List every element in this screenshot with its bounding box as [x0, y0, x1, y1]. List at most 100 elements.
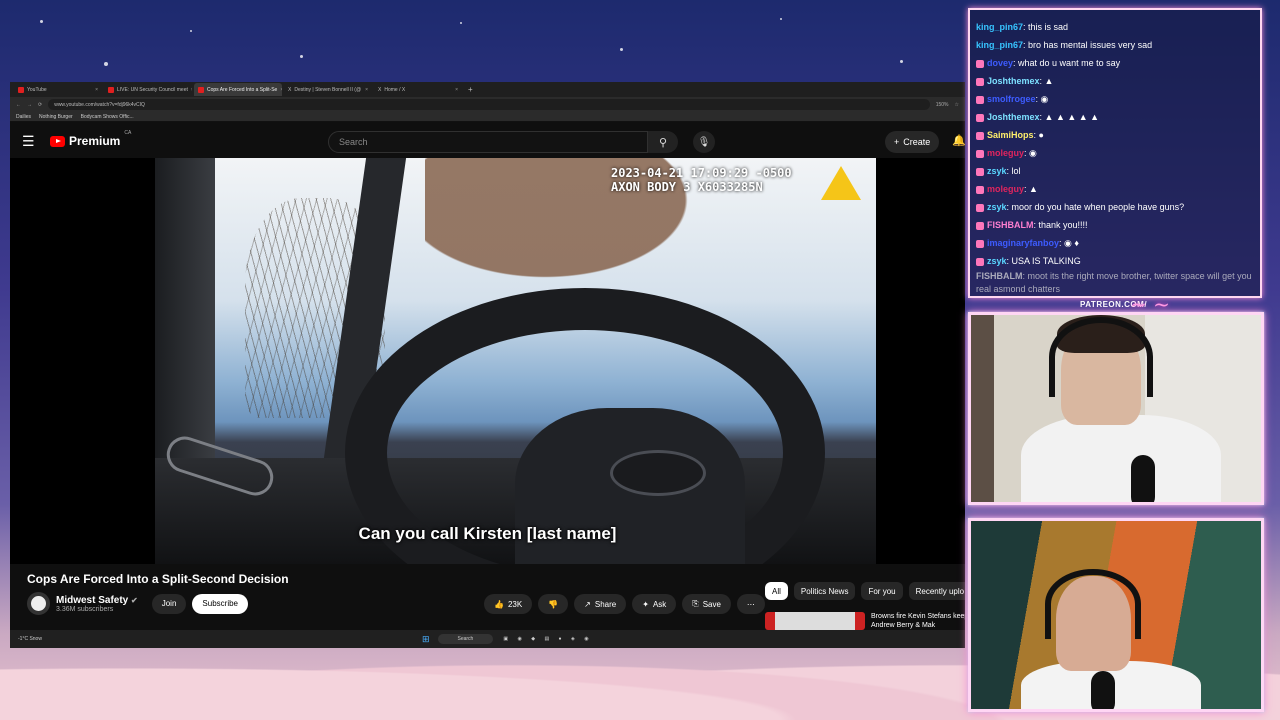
- browser-tab[interactable]: X Home / X ×: [374, 83, 462, 96]
- stream-chat: king_pin67: this is sad king_pin67: bro h…: [968, 8, 1262, 298]
- chat-username[interactable]: zsyk: [987, 202, 1007, 212]
- youtube-header: ☰ Premium CA Search ⚲ 🎙 + Create 🔔: [10, 122, 965, 160]
- chat-badge-icon: [976, 77, 984, 86]
- chip-for-you[interactable]: For you: [861, 582, 903, 600]
- person-body: [1021, 415, 1221, 502]
- sparkle-icon: ✦: [642, 599, 649, 609]
- chat-badge-icon: [976, 239, 984, 248]
- chat-text: USA IS TALKING: [1011, 256, 1081, 266]
- more-options-icon[interactable]: ⋯: [736, 594, 765, 614]
- join-button[interactable]: Join: [151, 593, 187, 614]
- youtube-play-icon: [50, 135, 65, 147]
- chip-recently-uploaded[interactable]: Recently uplo: [908, 582, 965, 600]
- taskbar-search[interactable]: Search: [437, 634, 494, 644]
- like-button[interactable]: 👍 23K: [484, 594, 533, 614]
- webcam-top: [968, 312, 1264, 505]
- search-icon[interactable]: ⚲: [648, 131, 678, 153]
- taskbar-app-icons[interactable]: ▣ ◉ ◆ ▤ ● ◈ ◉: [503, 636, 592, 642]
- dislike-button[interactable]: 👎: [538, 594, 569, 614]
- video-title: Cops Are Forced Into a Split-Second Deci…: [27, 572, 289, 586]
- chat-username[interactable]: king_pin67: [976, 40, 1023, 50]
- video-player[interactable]: 2023-04-21 17:09:29 -0500 AXON BODY 3 X60…: [10, 158, 965, 564]
- browser-tab[interactable]: YouTube ×: [14, 83, 102, 96]
- back-icon[interactable]: ←: [16, 102, 21, 108]
- search-input[interactable]: Search: [328, 131, 648, 153]
- chat-badge-icon: [976, 113, 984, 122]
- chat-message: Joshthemex: ▲ ▲ ▲ ▲ ▲: [976, 108, 1254, 126]
- create-button[interactable]: + Create: [885, 131, 940, 153]
- share-button[interactable]: ↗ Share: [574, 594, 627, 614]
- browser-tab[interactable]: X Destiny | Steven Bonnell II (@ ×: [284, 83, 372, 96]
- chat-username[interactable]: king_pin67: [976, 22, 1023, 32]
- close-tab-icon[interactable]: ×: [191, 87, 192, 93]
- chat-username[interactable]: moleguy: [987, 148, 1024, 158]
- chat-username[interactable]: Joshthemex: [987, 112, 1040, 122]
- close-tab-icon[interactable]: ×: [280, 87, 282, 93]
- recommended-thumbnail[interactable]: [765, 612, 865, 630]
- recommended-video[interactable]: Browns fire Kevin Stefans keep Andrew Be…: [765, 612, 965, 630]
- bookmark-star-icon[interactable]: ☆: [955, 102, 959, 108]
- plus-icon: +: [894, 137, 900, 147]
- hamburger-menu-icon[interactable]: ☰: [22, 133, 42, 150]
- bookmark-icon: ⎘: [692, 599, 699, 608]
- chat-username[interactable]: FISHBALM: [976, 271, 1023, 281]
- bookmark-item[interactable]: Dailies: [16, 114, 31, 120]
- microphone-icon: [1091, 671, 1115, 709]
- chip-all[interactable]: All: [765, 582, 788, 600]
- chip-politics-news[interactable]: Politics News: [793, 582, 856, 600]
- browser-window: YouTube× LIVE: UN Security Council meet×…: [10, 82, 965, 648]
- youtube-logo[interactable]: Premium CA: [50, 130, 131, 148]
- chat-text: ●: [1038, 130, 1044, 140]
- chat-message: king_pin67: bro has mental issues very s…: [976, 40, 1153, 50]
- chat-username[interactable]: imaginaryfanboy: [987, 238, 1059, 248]
- url-field[interactable]: www.youtube.com/watch?v=fdj96k4vCIQ: [48, 99, 930, 110]
- save-button[interactable]: ⎘ Save: [682, 594, 731, 614]
- weather-widget[interactable]: -1°C Snow: [18, 636, 42, 642]
- channel-avatar[interactable]: [27, 592, 50, 615]
- chat-text: ◉ ♦: [1064, 238, 1079, 248]
- recommended-title[interactable]: Browns fire Kevin Stefans keep Andrew Be…: [871, 612, 965, 630]
- bodycam-timestamp: 2023-04-21 17:09:29 -0500 AXON BODY 3 X60…: [611, 166, 792, 194]
- zoom-level[interactable]: 150%: [936, 102, 949, 108]
- windows-start-icon[interactable]: ⊞: [422, 634, 430, 645]
- chat-badge-icon: [976, 257, 984, 266]
- notifications-bell-icon[interactable]: 🔔: [952, 134, 965, 147]
- chat-text: lol: [1011, 166, 1021, 176]
- browser-tab[interactable]: LIVE: UN Security Council meet×: [104, 83, 192, 96]
- chat-text: ▲: [1029, 184, 1038, 194]
- bookmark-item[interactable]: Bodycam Shows Offic...: [81, 114, 134, 120]
- thumbs-down-icon: 👎: [548, 599, 559, 609]
- chat-message: zsyk: lol: [976, 162, 1254, 180]
- subscribe-button[interactable]: Subscribe: [192, 593, 248, 614]
- chat-text: ▲ ▲ ▲ ▲ ▲: [1044, 112, 1100, 122]
- chat-username[interactable]: FISHBALM: [987, 220, 1034, 230]
- channel-name[interactable]: Midwest Safety ✔: [56, 595, 138, 606]
- windows-taskbar: -1°C Snow ⊞ Search ▣ ◉ ◆ ▤ ● ◈ ◉: [10, 630, 965, 648]
- forward-icon[interactable]: →: [27, 102, 32, 108]
- ask-button[interactable]: ✦ Ask: [632, 594, 677, 614]
- chat-badge-icon: [976, 149, 984, 158]
- new-tab-icon[interactable]: +: [468, 85, 473, 94]
- chat-username[interactable]: moleguy: [987, 184, 1024, 194]
- chat-text: bro has mental issues very sad: [1028, 40, 1153, 50]
- tab-bar: YouTube× LIVE: UN Security Council meet×…: [10, 82, 965, 97]
- close-tab-icon[interactable]: ×: [95, 87, 98, 93]
- youtube-favicon-icon: [18, 86, 24, 93]
- chat-badge-icon: [976, 167, 984, 176]
- chat-message: zsyk: USA IS TALKING: [976, 252, 1254, 270]
- chat-username[interactable]: zsyk: [987, 166, 1007, 176]
- chat-username[interactable]: smolfrogee: [987, 94, 1036, 104]
- chat-badge-icon: [976, 59, 984, 68]
- close-tab-icon[interactable]: ×: [455, 87, 458, 93]
- chat-username[interactable]: Joshthemex: [987, 76, 1040, 86]
- microphone-icon[interactable]: 🎙: [693, 131, 715, 153]
- chat-username[interactable]: SaimiHops: [987, 130, 1034, 140]
- bookmark-item[interactable]: Nothing Burger: [39, 114, 73, 120]
- close-tab-icon[interactable]: ×: [365, 87, 368, 93]
- chat-username[interactable]: zsyk: [987, 256, 1007, 266]
- bodycam-video-frame: 2023-04-21 17:09:29 -0500 AXON BODY 3 X60…: [155, 158, 876, 564]
- reload-icon[interactable]: ⟳: [38, 102, 42, 108]
- browser-tab-active[interactable]: Cops Are Forced Into a Split-Se ×: [194, 83, 282, 96]
- chat-message: FISHBALM: thank you!!!!: [976, 216, 1254, 234]
- chat-username[interactable]: dovey: [987, 58, 1013, 68]
